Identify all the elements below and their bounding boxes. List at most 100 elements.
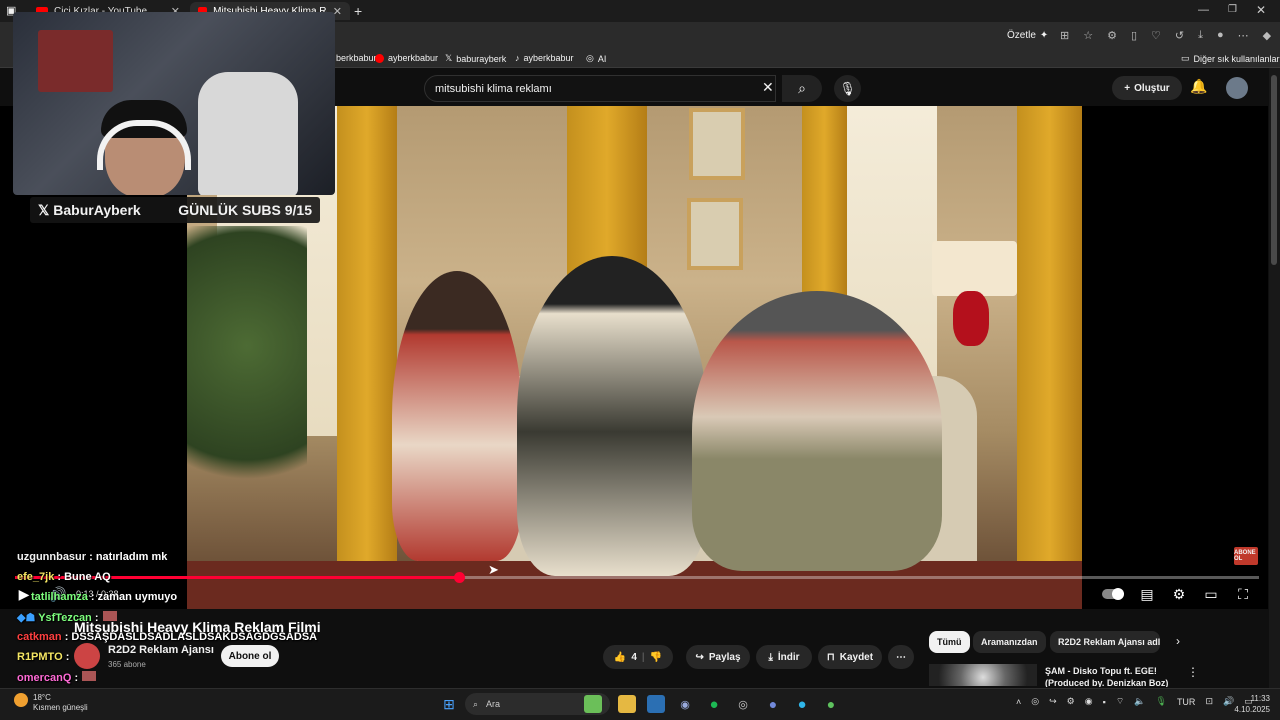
- store-icon[interactable]: [647, 695, 665, 713]
- scrollbar-thumb[interactable]: [1271, 75, 1277, 265]
- create-button[interactable]: + Oluştur: [1112, 76, 1182, 100]
- progress-scrubber[interactable]: [454, 572, 465, 583]
- theater-mode-icon[interactable]: ▭: [1199, 585, 1223, 603]
- steam-tray-icon[interactable]: ◉: [1085, 696, 1093, 707]
- save-button[interactable]: ⊓ Kaydet: [818, 645, 882, 669]
- tray-app-icon[interactable]: ⚙: [1067, 696, 1075, 707]
- chat-line: omercanQ :: [17, 671, 97, 684]
- subscriber-count: 365 abone: [108, 660, 146, 669]
- extension-icon[interactable]: ⚙: [1107, 29, 1117, 42]
- subscribe-watermark[interactable]: ABONE OL: [1234, 547, 1258, 565]
- history-icon[interactable]: ↺: [1175, 29, 1184, 42]
- recommendation-title[interactable]: ŞAM - Disko Topu ft. EGE! (Produced by. …: [1045, 665, 1180, 687]
- chip-from-search[interactable]: Aramanızdan: [973, 631, 1046, 653]
- mouse-cursor-icon: ➤: [488, 562, 499, 577]
- share-label: Paylaş: [708, 651, 741, 663]
- chat-user: efe_7jk: [17, 571, 55, 583]
- notifications-bell-icon[interactable]: 🔔: [1190, 78, 1207, 95]
- bookmark-item[interactable]: ayberkbabur: [375, 53, 438, 63]
- fullscreen-icon[interactable]: ⛶: [1231, 585, 1255, 603]
- edge-icon[interactable]: ●: [793, 695, 811, 713]
- maximize-icon[interactable]: ❐: [1228, 4, 1237, 15]
- search-query: mitsubishi klima reklamı: [435, 82, 552, 95]
- more-actions-button[interactable]: ⋯: [888, 645, 914, 669]
- clear-search-icon[interactable]: ✕: [762, 79, 774, 96]
- bookmark-item[interactable]: ◎ AI: [586, 53, 606, 64]
- copilot-sidebar-icon[interactable]: ◆: [1263, 29, 1271, 42]
- share-icon: ↪: [695, 651, 704, 663]
- tray-app-icon[interactable]: ▪: [1103, 697, 1106, 707]
- system-clock[interactable]: 11:33 4.10.2025: [1230, 693, 1270, 715]
- chat-user: omercanQ: [17, 672, 72, 684]
- mic-icon[interactable]: 🎙: [1156, 696, 1167, 707]
- start-menu-icon[interactable]: ⊞: [440, 695, 458, 713]
- settings-gear-icon[interactable]: ⚙: [1167, 585, 1191, 603]
- person-center: [517, 256, 707, 576]
- more-menu-icon[interactable]: ⋯: [1238, 29, 1249, 42]
- bookmark-label: ayberkbabur: [388, 53, 439, 63]
- app-icon[interactable]: ●: [822, 695, 840, 713]
- search-highlight-icon: [584, 695, 602, 713]
- voice-search-button[interactable]: 🎙: [834, 75, 861, 102]
- recommendation-thumbnail[interactable]: [929, 664, 1037, 686]
- like-count: 4: [631, 651, 637, 663]
- bookmark-item[interactable]: ♪ ayberkbabur: [515, 53, 574, 63]
- chevron-right-icon[interactable]: ›: [1176, 634, 1180, 648]
- file-explorer-icon[interactable]: [618, 695, 636, 713]
- emote-image: [82, 671, 97, 681]
- share-button[interactable]: ↪ Paylaş: [686, 645, 750, 669]
- channel-avatar[interactable]: [74, 643, 100, 669]
- tray-app-icon[interactable]: ↪: [1049, 696, 1057, 707]
- collections-icon[interactable]: ♡: [1151, 29, 1161, 42]
- more-icon: ⋯: [896, 651, 906, 663]
- thumbs-down-icon: 👎: [649, 651, 663, 663]
- obs-icon[interactable]: ◎: [734, 695, 752, 713]
- chat-user: R1PMTO: [17, 651, 63, 663]
- spotify-icon[interactable]: ●: [705, 695, 723, 713]
- bookmark-icon: ⊓: [826, 651, 835, 663]
- bookmark-label: berkbabur: [336, 53, 377, 63]
- language-indicator[interactable]: TUR: [1177, 697, 1196, 707]
- subtitles-icon[interactable]: ▤: [1135, 585, 1159, 603]
- other-favorites[interactable]: ▭ Diğer sık kullanılanlar: [1181, 53, 1280, 64]
- summarize-button[interactable]: Özetle ✦: [1007, 30, 1048, 41]
- close-window-icon[interactable]: ✕: [1256, 3, 1266, 17]
- weather-icon[interactable]: [14, 693, 28, 707]
- bookmark-item[interactable]: berkbabur: [336, 53, 377, 63]
- system-tray: ˄ ◎ ↪ ⚙ ◉ ▪ ⌔ 🔈 🎙 TUR ⊡ 🔊 ▭: [1016, 696, 1253, 707]
- bookmark-item[interactable]: 𝕏baburayberk: [445, 53, 506, 64]
- avatar[interactable]: [1226, 77, 1248, 99]
- favorite-star-icon[interactable]: ☆: [1083, 29, 1093, 42]
- download-button[interactable]: ⤓ İndir: [756, 645, 812, 669]
- gaming-chair: [198, 72, 298, 195]
- chevron-up-icon[interactable]: ˄: [1016, 697, 1021, 707]
- like-button[interactable]: 👍 4: [614, 652, 637, 663]
- curtain: [1017, 106, 1082, 609]
- clock-date: 4.10.2025: [1234, 705, 1270, 714]
- more-vert-icon[interactable]: ⋮: [1187, 665, 1199, 679]
- search-icon: ⌕: [473, 698, 479, 709]
- search-button[interactable]: ⌕: [782, 75, 822, 102]
- split-screen-icon[interactable]: ▯: [1131, 29, 1137, 42]
- chip-all[interactable]: Tümü: [929, 631, 970, 653]
- profile-icon[interactable]: ●: [1217, 29, 1224, 42]
- weather-widget[interactable]: 18°C Kısmen güneşli: [33, 693, 88, 713]
- autoplay-toggle[interactable]: [1100, 585, 1126, 603]
- subscribe-button[interactable]: Abone ol: [221, 645, 279, 667]
- discord-icon[interactable]: ●: [764, 695, 782, 713]
- lamp: [932, 241, 1017, 296]
- volume-icon[interactable]: 🔈: [1134, 696, 1145, 707]
- wifi-icon[interactable]: ⌔: [1116, 696, 1124, 707]
- chat-line: tatlilhamza : zaman uymuyo: [17, 591, 177, 603]
- search-input[interactable]: mitsubishi klima reklamı: [424, 75, 776, 102]
- download-icon[interactable]: ⤓: [1198, 29, 1203, 42]
- chip-channel[interactable]: R2D2 Reklam Ajansı adl: [1050, 631, 1160, 653]
- dislike-button[interactable]: 👎: [650, 652, 662, 663]
- minimize-icon[interactable]: —: [1198, 4, 1209, 16]
- apps-icon[interactable]: ⊞: [1060, 29, 1069, 42]
- channel-name[interactable]: R2D2 Reklam Ajansı: [108, 644, 214, 656]
- network-icon[interactable]: ⊡: [1205, 696, 1213, 707]
- steam-icon[interactable]: ◉: [676, 695, 694, 713]
- tray-app-icon[interactable]: ◎: [1031, 696, 1039, 707]
- new-tab-icon[interactable]: +: [354, 3, 362, 19]
